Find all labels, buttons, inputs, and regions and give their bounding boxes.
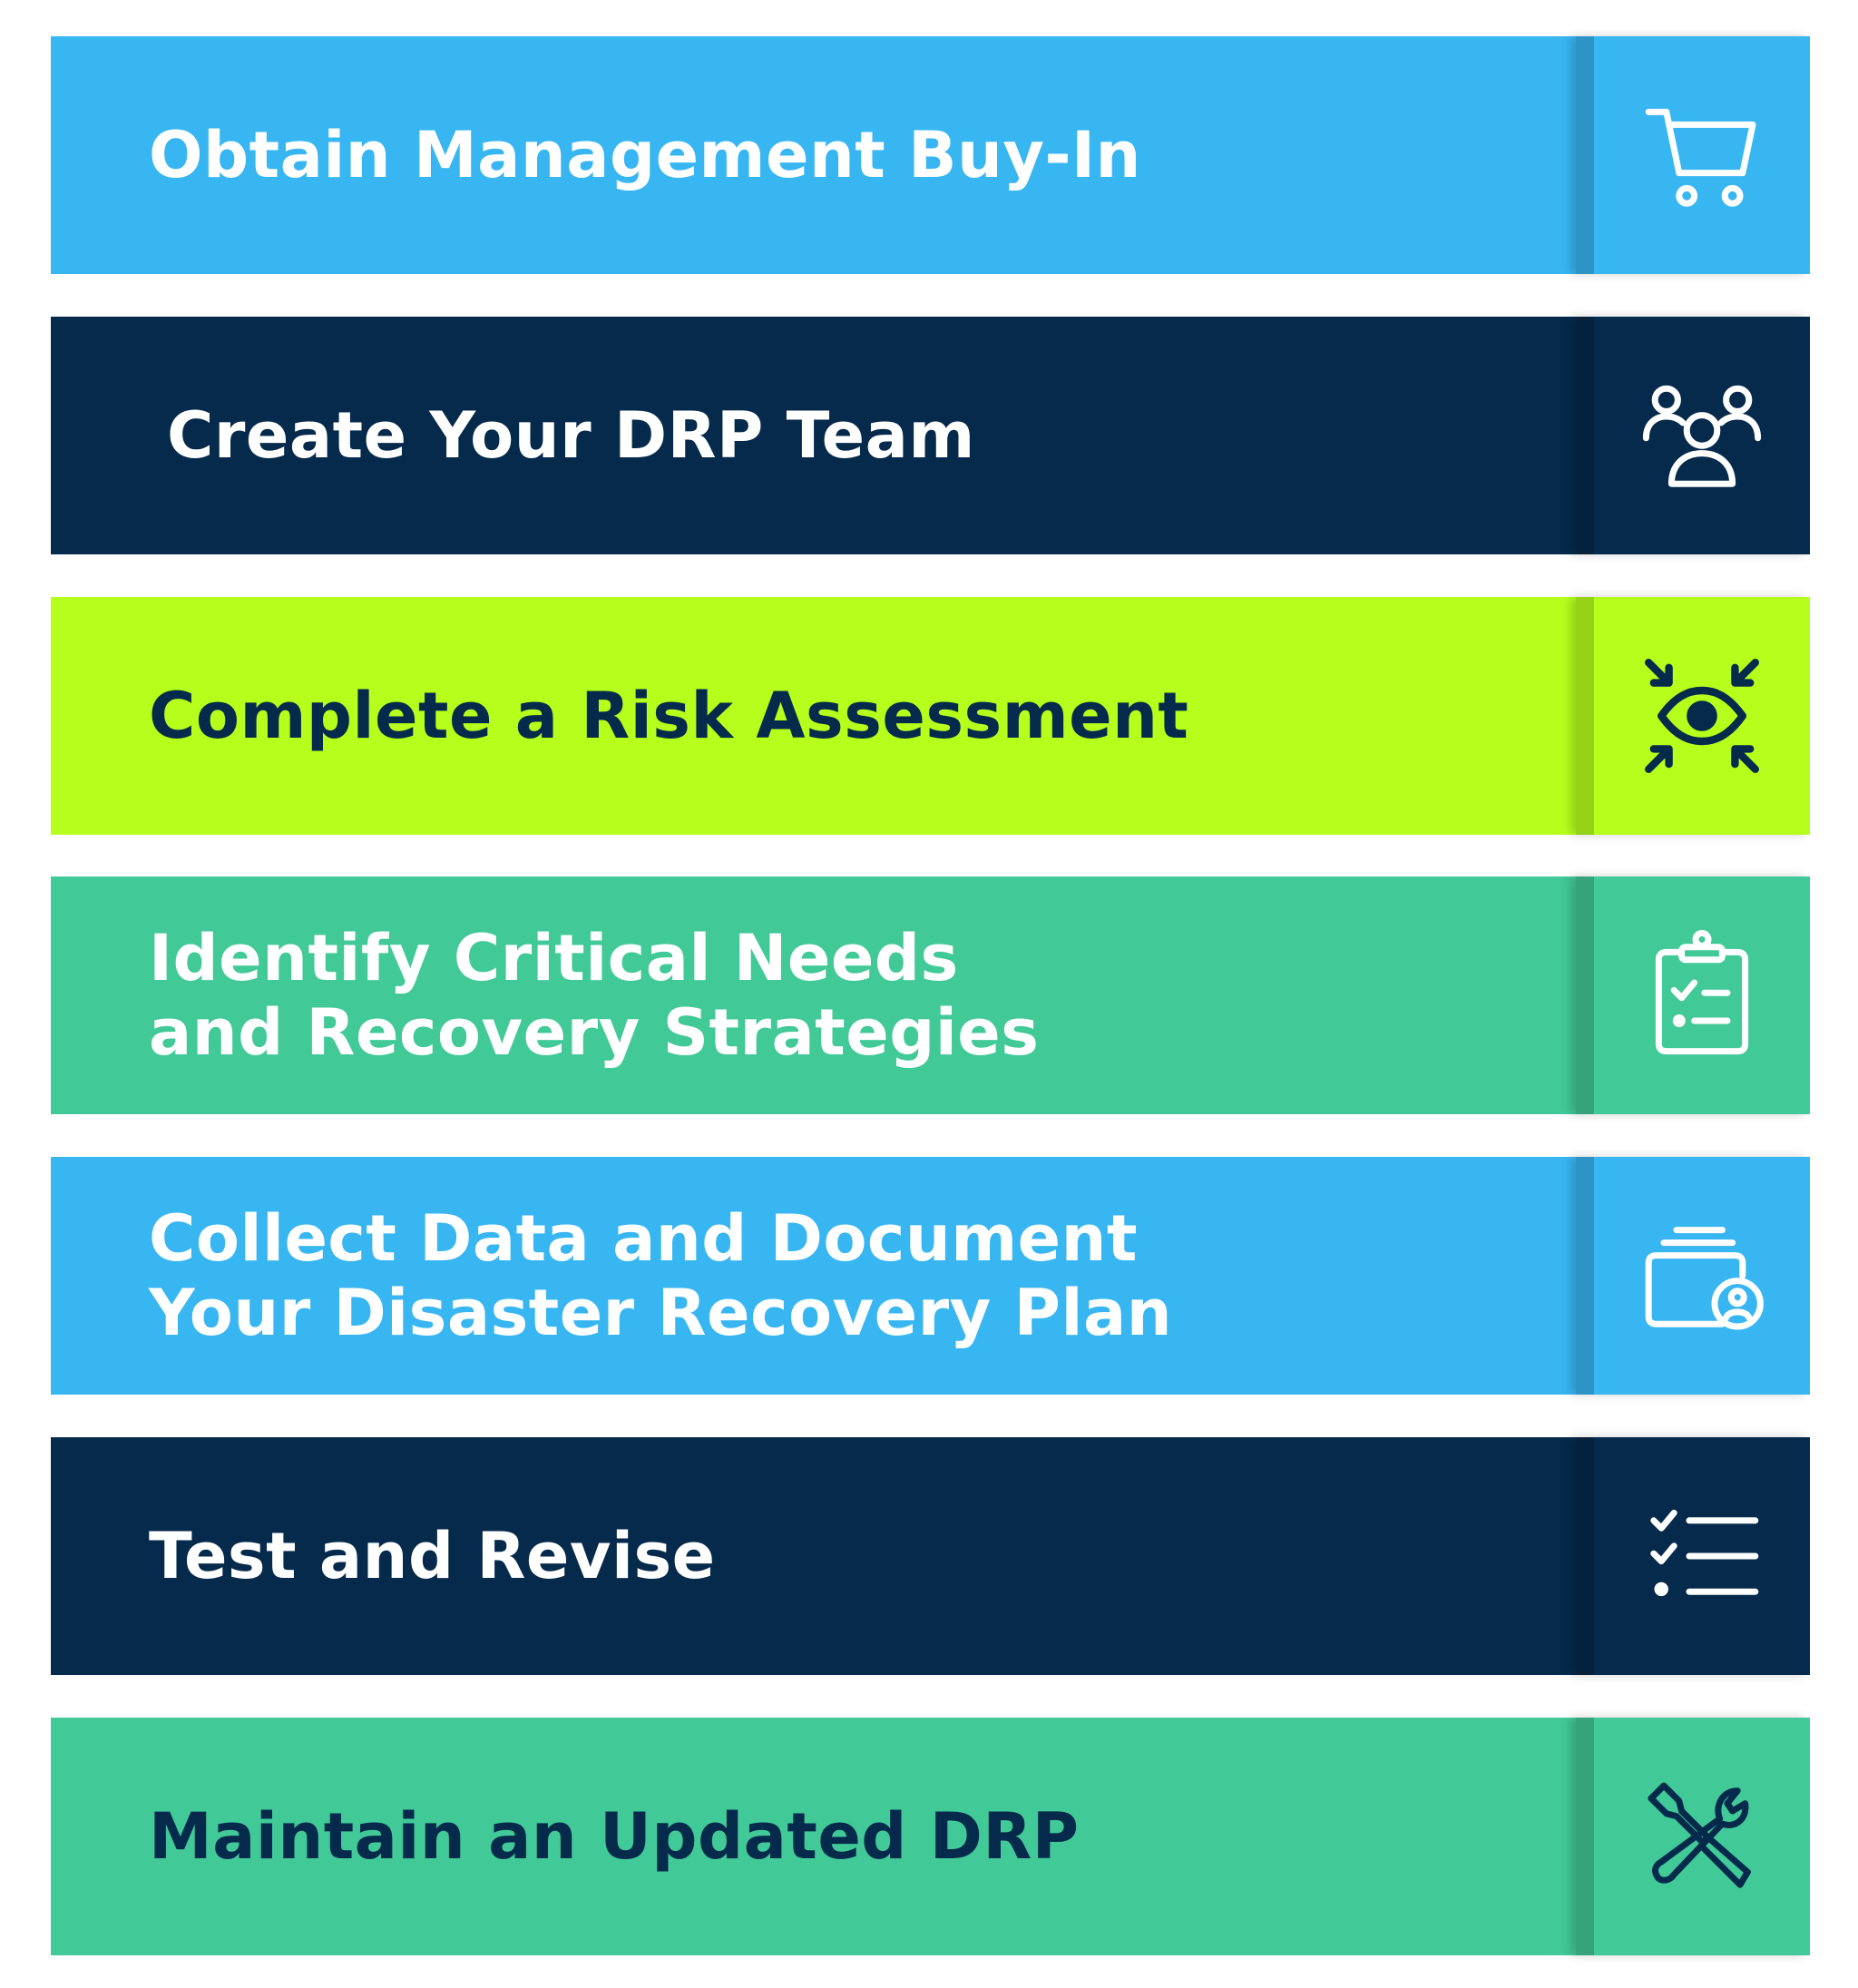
step-label-line: Obtain Management Buy-In	[149, 118, 1141, 192]
step-label: Maintain an Updated DRP	[149, 1718, 1510, 1955]
step-label: Collect Data and Document Your Disaster …	[149, 1157, 1510, 1395]
step-icon-box	[1576, 1437, 1810, 1675]
step-create-drp-team: Create Your DRP Team	[51, 317, 1810, 554]
step-complete-risk-assessment: Complete a Risk Assessment	[51, 597, 1810, 835]
step-icon-box	[1576, 876, 1810, 1114]
step-icon-box	[1576, 36, 1810, 274]
step-icon-box	[1576, 1157, 1810, 1395]
step-label-line: Maintain an Updated DRP	[149, 1799, 1080, 1874]
step-identify-critical-needs: Identify Critical Needs and Recovery Str…	[51, 876, 1810, 1114]
step-label-line: Test and Revise	[149, 1519, 716, 1593]
clipboard-checklist-icon	[1655, 929, 1749, 1055]
tools-icon	[1648, 1782, 1751, 1888]
step-label: Complete a Risk Assessment	[149, 597, 1510, 835]
step-label: Create Your DRP Team	[167, 317, 1528, 554]
step-obtain-management-buy-in: Obtain Management Buy-In	[51, 36, 1810, 274]
step-label-line: Create Your DRP Team	[167, 398, 975, 473]
step-test-and-revise: Test and Revise	[51, 1437, 1810, 1675]
step-label-line: Complete a Risk Assessment	[149, 679, 1189, 753]
eye-focus-icon	[1645, 659, 1759, 773]
step-label-line: Identify Critical Needs	[149, 921, 959, 995]
wallet-user-icon	[1645, 1227, 1764, 1330]
team-people-icon	[1642, 385, 1762, 487]
shopping-cart-icon	[1645, 108, 1756, 207]
step-collect-data-document-plan: Collect Data and Document Your Disaster …	[51, 1157, 1810, 1395]
step-icon-box	[1576, 597, 1810, 835]
step-label-line: Your Disaster Recovery Plan	[149, 1276, 1173, 1350]
step-maintain-updated-drp: Maintain an Updated DRP	[51, 1718, 1810, 1955]
step-label-line: Collect Data and Document	[149, 1201, 1138, 1276]
checklist-icon	[1650, 1509, 1759, 1597]
step-label: Test and Revise	[149, 1437, 1510, 1675]
step-icon-box	[1576, 1718, 1810, 1955]
step-label: Obtain Management Buy-In	[149, 36, 1510, 274]
step-icon-box	[1576, 317, 1810, 554]
step-label-line: and Recovery Strategies	[149, 995, 1040, 1070]
step-label: Identify Critical Needs and Recovery Str…	[149, 876, 1510, 1114]
